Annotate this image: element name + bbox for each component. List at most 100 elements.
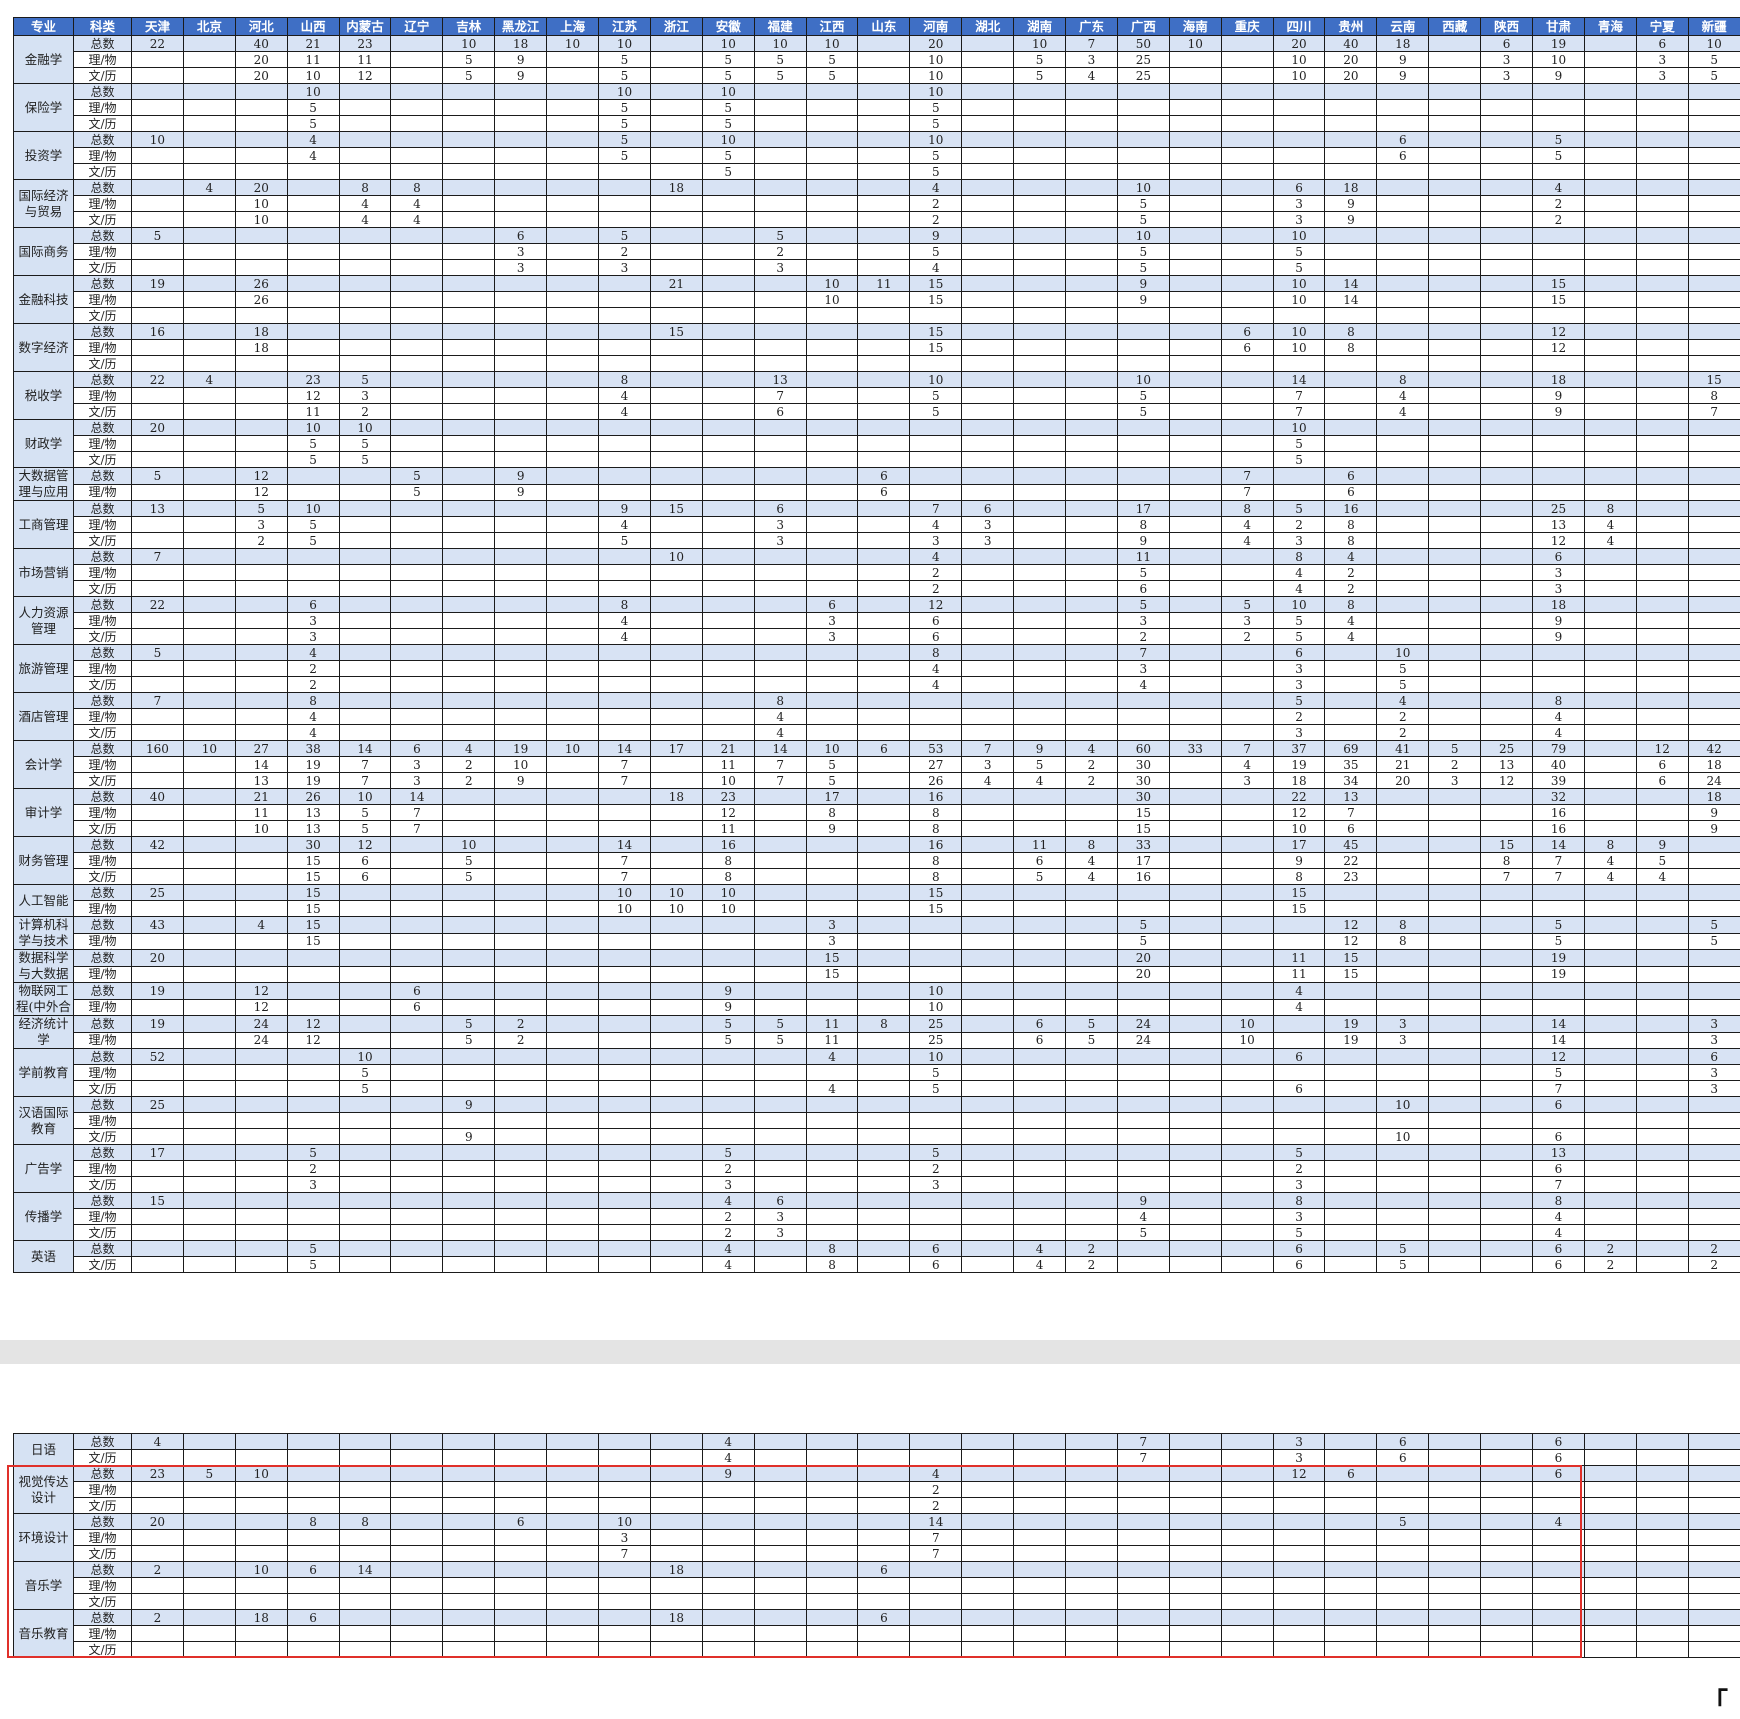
quota-cell <box>1636 1065 1688 1081</box>
quota-cell <box>183 1594 235 1610</box>
quota-cell: 5 <box>1377 1241 1429 1257</box>
quota-cell: 5 <box>910 388 962 404</box>
quota-cell <box>339 1450 391 1466</box>
quota-cell <box>599 1257 651 1273</box>
quota-cell <box>235 933 287 950</box>
quota-cell <box>910 468 962 485</box>
quota-cell <box>547 1578 599 1594</box>
quota-cell <box>1221 164 1273 180</box>
category-cell: 总数 <box>74 1193 132 1209</box>
quota-cell <box>1169 933 1221 950</box>
quota-cell <box>1169 1193 1221 1209</box>
quota-cell <box>1636 821 1688 837</box>
quota-cell: 11 <box>287 404 339 420</box>
quota-cell <box>754 484 806 501</box>
quota-cell <box>1429 1016 1481 1033</box>
quota-cell: 10 <box>1014 36 1066 52</box>
quota-cell: 5 <box>1273 629 1325 645</box>
quota-cell <box>1221 1145 1273 1161</box>
quota-cell <box>1221 677 1273 693</box>
quota-cell <box>547 452 599 468</box>
category-cell: 总数 <box>74 420 132 436</box>
column-header: 浙江 <box>650 18 702 36</box>
quota-cell: 5 <box>391 484 443 501</box>
quota-cell: 2 <box>1533 196 1585 212</box>
quota-cell: 5 <box>183 1466 235 1482</box>
category-cell: 总数 <box>74 180 132 196</box>
quota-cell <box>443 324 495 340</box>
quota-cell <box>183 853 235 869</box>
quota-cell <box>1066 260 1118 276</box>
quota-cell <box>1429 468 1481 485</box>
quota-cell <box>391 693 443 709</box>
quota-cell <box>962 885 1014 901</box>
quota-cell: 33 <box>1169 741 1221 757</box>
quota-cell <box>183 292 235 308</box>
quota-cell <box>962 581 1014 597</box>
quota-cell <box>754 1530 806 1546</box>
quota-cell: 14 <box>1533 1032 1585 1049</box>
quota-cell: 15 <box>650 501 702 517</box>
quota-cell <box>1066 533 1118 549</box>
quota-cell <box>910 308 962 324</box>
quota-cell: 10 <box>1273 420 1325 436</box>
quota-cell: 2 <box>443 757 495 773</box>
quota-cell: 2 <box>910 565 962 581</box>
quota-cell: 38 <box>287 741 339 757</box>
category-cell: 理/物 <box>74 436 132 452</box>
quota-cell <box>1377 901 1429 917</box>
category-cell: 总数 <box>74 468 132 485</box>
quota-cell: 10 <box>1117 180 1169 196</box>
quota-cell <box>650 1049 702 1065</box>
quota-cell <box>1533 356 1585 372</box>
quota-cell <box>1584 1145 1636 1161</box>
quota-cell <box>1066 1514 1118 1530</box>
quota-cell <box>858 1578 910 1594</box>
quota-cell <box>235 100 287 116</box>
major-name-cell: 视觉传达设计 <box>14 1466 74 1514</box>
table-row: 理/物1259676 <box>14 484 1740 501</box>
quota-cell <box>391 452 443 468</box>
quota-cell <box>183 773 235 789</box>
quota-cell <box>1325 1049 1377 1065</box>
quota-cell: 10 <box>754 36 806 52</box>
quota-cell <box>962 549 1014 565</box>
quota-cell: 19 <box>287 757 339 773</box>
quota-cell <box>806 1097 858 1113</box>
quota-cell <box>962 821 1014 837</box>
quota-cell <box>287 1049 339 1065</box>
quota-cell: 10 <box>1273 340 1325 356</box>
major-name-cell: 英语 <box>14 1241 74 1273</box>
quota-cell <box>339 999 391 1016</box>
quota-cell <box>754 885 806 901</box>
quota-cell <box>806 84 858 100</box>
quota-cell <box>443 212 495 228</box>
quota-cell: 4 <box>910 260 962 276</box>
quota-cell <box>1221 356 1273 372</box>
quota-cell: 8 <box>1325 517 1377 533</box>
quota-cell <box>443 1450 495 1466</box>
quota-cell: 4 <box>1636 869 1688 885</box>
quota-cell <box>1117 885 1169 901</box>
quota-cell <box>1429 1113 1481 1129</box>
quota-cell <box>1066 308 1118 324</box>
quota-cell: 5 <box>754 1016 806 1033</box>
category-cell: 总数 <box>74 597 132 613</box>
category-cell: 理/物 <box>74 1113 132 1129</box>
quota-cell: 19 <box>287 773 339 789</box>
quota-cell <box>858 773 910 789</box>
quota-cell <box>1584 565 1636 581</box>
quota-cell <box>1273 484 1325 501</box>
quota-cell: 10 <box>806 276 858 292</box>
quota-cell <box>962 100 1014 116</box>
quota-cell <box>495 933 547 950</box>
quota-cell <box>1481 1177 1533 1193</box>
table-row: 理/物322555 <box>14 244 1740 260</box>
quota-cell: 15 <box>287 901 339 917</box>
quota-cell <box>1221 196 1273 212</box>
quota-cell: 3 <box>806 613 858 629</box>
quota-cell <box>754 1257 806 1273</box>
quota-cell <box>1066 1177 1118 1193</box>
quota-cell: 7 <box>910 1530 962 1546</box>
quota-cell: 10 <box>1273 292 1325 308</box>
